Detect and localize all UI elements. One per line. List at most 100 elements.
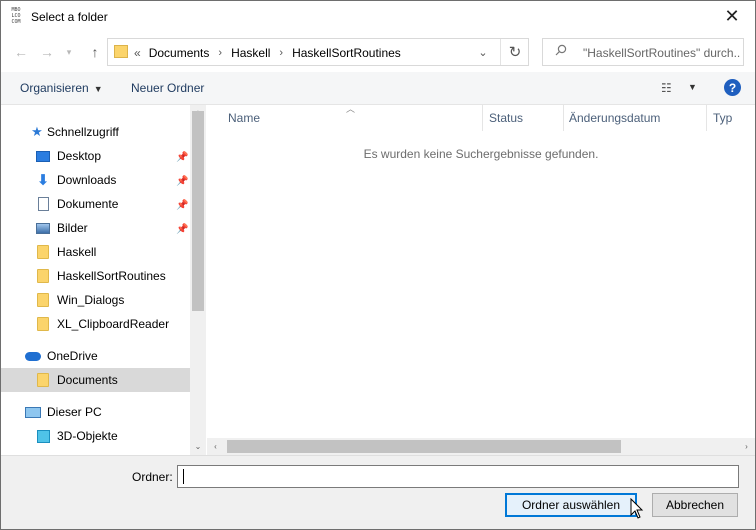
folder-field-label: Ordner:: [132, 470, 173, 484]
pin-icon: 📌: [176, 200, 189, 211]
select-folder-button[interactable]: Ordner auswählen: [505, 493, 637, 517]
nav-item-haskell[interactable]: Haskell: [35, 240, 96, 264]
breadcrumb: « Documents › Haskell › HaskellSortRouti…: [134, 46, 401, 60]
folder-icon: [35, 372, 51, 388]
breadcrumb-overflow[interactable]: «: [134, 46, 141, 60]
nav-item-downloads[interactable]: ⬇ Downloads: [35, 168, 185, 192]
button-label: Ordner auswählen: [521, 498, 621, 512]
text-caret: [183, 469, 184, 484]
folder-name-input[interactable]: [177, 465, 739, 488]
scroll-down-arrow[interactable]: ⌄: [190, 439, 206, 453]
nav-quick-access[interactable]: ★ Schnellzugriff: [29, 120, 119, 144]
nav-item-dokumente[interactable]: Dokumente: [35, 192, 185, 216]
close-button[interactable]: ✕: [709, 1, 755, 32]
forward-button[interactable]: →: [37, 42, 57, 62]
column-divider[interactable]: [706, 105, 707, 131]
chevron-down-icon: ▾: [66, 46, 72, 57]
column-label: Änderungsdatum: [569, 111, 661, 125]
organize-menu[interactable]: Organisieren ▼: [20, 81, 103, 95]
nav-label: Win_Dialogs: [57, 293, 125, 307]
column-header-name[interactable]: Name: [228, 105, 260, 131]
scroll-left-arrow[interactable]: ‹: [207, 438, 224, 455]
search-input[interactable]: "HaskellSortRoutines" durch...: [583, 46, 741, 60]
nav-onedrive[interactable]: OneDrive: [25, 344, 98, 368]
nav-label: Desktop: [57, 149, 102, 163]
nav-label: HaskellSortRoutines: [57, 269, 166, 283]
search-box[interactable]: "HaskellSortRoutines" durch...: [542, 38, 744, 66]
breadcrumb-haskellsortroutines[interactable]: HaskellSortRoutines: [292, 46, 401, 60]
breadcrumb-haskell[interactable]: Haskell: [231, 46, 270, 60]
caret-down-icon: ▼: [93, 84, 103, 94]
cube-3d-icon: [35, 428, 51, 444]
chevron-down-icon: ⌄: [478, 46, 488, 59]
mouse-cursor-icon: [630, 498, 644, 519]
column-header-modified[interactable]: Änderungsdatum: [569, 105, 660, 131]
file-list-horizontal-scrollbar[interactable]: ‹ ›: [207, 438, 755, 455]
column-divider[interactable]: [563, 105, 564, 131]
breadcrumb-documents[interactable]: Documents: [149, 46, 210, 60]
details-view-icon: ☷: [661, 81, 672, 95]
scroll-right-arrow[interactable]: ›: [738, 438, 755, 455]
command-bar: Organisieren ▼ Neuer Ordner ☷ ▼ ?: [1, 72, 755, 105]
nav-pane-scrollbar[interactable]: ▲ ⌄: [190, 105, 206, 455]
nav-label: Dokumente: [57, 197, 119, 211]
view-dropdown-button[interactable]: ▼: [688, 82, 697, 92]
computer-icon: [25, 404, 41, 420]
nav-this-pc[interactable]: Dieser PC: [25, 400, 102, 424]
nav-label: Documents: [57, 373, 118, 387]
nav-item-desktop[interactable]: Desktop: [35, 144, 185, 168]
nav-label: Downloads: [57, 173, 117, 187]
column-header-status[interactable]: Status: [489, 105, 523, 131]
navigation-bar: ← → ▾ ↑ « Documents › Haskell › HaskellS…: [1, 32, 755, 72]
column-label: Status: [489, 111, 524, 125]
title-bar: MBO LCO COM Select a folder ✕: [1, 1, 755, 32]
nav-item-xl-clipboardreader[interactable]: XL_ClipboardReader: [35, 312, 169, 336]
cloud-icon: [25, 348, 41, 364]
arrow-left-icon: ←: [14, 44, 28, 60]
back-button[interactable]: ←: [11, 42, 31, 62]
nav-label: Bilder: [57, 221, 88, 235]
recent-locations-button[interactable]: ▾: [59, 42, 79, 62]
pin-icon: 📌: [176, 152, 189, 163]
nav-item-haskellsortroutines[interactable]: HaskellSortRoutines: [35, 264, 166, 288]
help-icon: ?: [728, 80, 737, 95]
new-folder-button[interactable]: Neuer Ordner: [131, 81, 204, 95]
address-bar[interactable]: « Documents › Haskell › HaskellSortRouti…: [107, 38, 529, 66]
organize-label: Organisieren: [20, 81, 89, 95]
cancel-button[interactable]: Abbrechen: [652, 493, 738, 517]
chevron-right-icon[interactable]: ›: [218, 47, 222, 59]
pictures-icon: [35, 220, 51, 236]
window-title: Select a folder: [31, 10, 108, 24]
up-button[interactable]: ↑: [85, 42, 105, 62]
view-options-button[interactable]: ☷: [661, 81, 672, 95]
column-header-type[interactable]: Typ: [713, 105, 732, 131]
sort-ascending-icon: ︿: [346, 104, 356, 114]
scrollbar-thumb[interactable]: [192, 111, 204, 311]
nav-label: Schnellzugriff: [47, 125, 119, 139]
nav-label: Haskell: [57, 245, 97, 259]
desktop-icon: [35, 148, 51, 164]
refresh-button[interactable]: ↻: [500, 39, 529, 65]
download-arrow-icon: ⬇: [36, 172, 50, 189]
pin-icon: 📌: [176, 224, 189, 235]
nav-item-win-dialogs[interactable]: Win_Dialogs: [35, 288, 124, 312]
navigation-pane: ★ Schnellzugriff Desktop 📌 ⬇ Downloads 📌…: [1, 105, 206, 455]
address-dropdown-button[interactable]: ⌄: [472, 43, 494, 61]
chevron-right-icon[interactable]: ›: [279, 47, 283, 59]
nav-item-bilder[interactable]: Bilder: [35, 216, 185, 240]
star-icon: ★: [31, 124, 43, 139]
arrow-up-icon: ↑: [91, 44, 99, 60]
nav-label: XL_ClipboardReader: [57, 317, 170, 331]
folder-icon: [35, 268, 51, 284]
column-divider[interactable]: [482, 105, 483, 131]
scrollbar-thumb[interactable]: [227, 440, 621, 453]
help-button[interactable]: ?: [724, 79, 741, 96]
nav-item-3d-objekte[interactable]: 3D-Objekte: [35, 424, 118, 448]
refresh-icon: ↻: [508, 44, 522, 61]
file-list: Name ︿ Status Änderungsdatum Typ Es wurd…: [207, 104, 755, 455]
new-folder-label: Neuer Ordner: [131, 81, 205, 95]
app-icon: MBO LCO COM: [11, 7, 21, 25]
column-label: Typ: [713, 111, 733, 125]
nav-item-onedrive-documents[interactable]: Documents: [1, 368, 190, 392]
folder-icon: [35, 292, 51, 308]
